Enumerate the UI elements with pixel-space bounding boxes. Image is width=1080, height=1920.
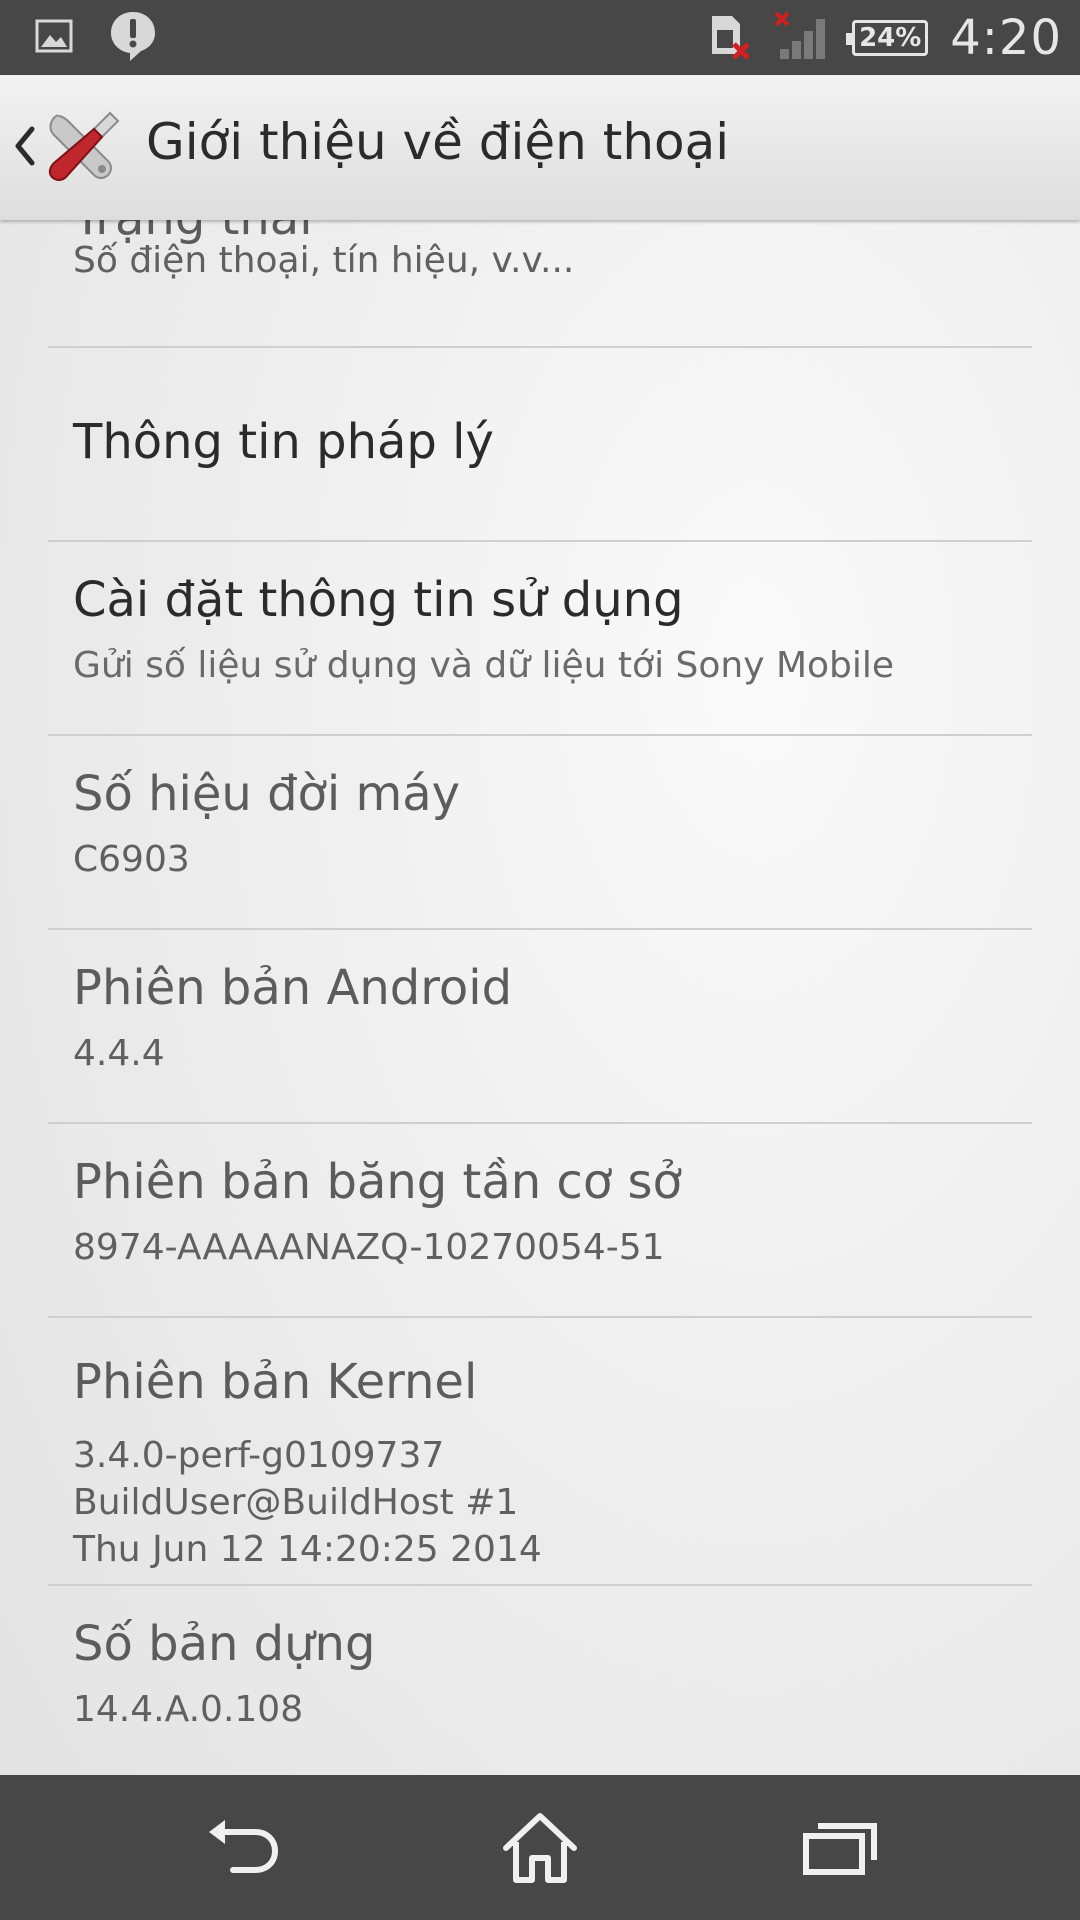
navigation-bar	[0, 1775, 1080, 1920]
list-item-subtitle-line: Thu Jun 12 14:20:25 2014	[73, 1529, 542, 1570]
list-item-title: Số bản dựng	[73, 1616, 376, 1672]
back-icon[interactable]	[188, 1803, 298, 1893]
list-item-subtitle-line: 3.4.0-perf-g0109737	[73, 1435, 445, 1476]
list-item-legal-info[interactable]: Thông tin pháp lý	[48, 348, 1032, 540]
list-item-subtitle: Gửi số liệu sử dụng và dữ liệu tới Sony …	[73, 645, 895, 686]
list-item-title: Thông tin pháp lý	[73, 414, 494, 470]
list-item-subtitle: 4.4.4	[73, 1033, 165, 1074]
page-title: Giới thiệu về điện thoại	[146, 113, 730, 171]
list-item-status[interactable]: Trạng thái Số điện thoại, tín hiệu, v.v.…	[48, 220, 1032, 300]
list-item-subtitle: 8974-AAAAANAZQ-10270054-51	[73, 1227, 665, 1268]
list-item-subtitle-line: BuildUser@BuildHost #1	[73, 1482, 519, 1523]
battery-icon: 24%	[846, 19, 929, 56]
back-chevron-icon[interactable]	[10, 121, 40, 171]
list-item-usage-info-settings[interactable]: Cài đặt thông tin sử dụng Gửi số liệu sử…	[48, 542, 1032, 734]
status-bar: 24% 4:20	[0, 0, 1080, 75]
battery-level: 24%	[859, 22, 922, 53]
settings-tools-icon[interactable]	[44, 107, 124, 187]
list-item-subtitle: 14.4.A.0.108	[73, 1689, 304, 1730]
list-item-title: Số hiệu đời máy	[73, 766, 461, 822]
clock: 4:20	[950, 9, 1062, 66]
recents-icon[interactable]	[785, 1803, 895, 1893]
image-icon	[34, 16, 74, 60]
alert-icon	[108, 10, 158, 66]
settings-list: Trạng thái Số điện thoại, tín hiệu, v.v.…	[0, 220, 1080, 1775]
list-item-build-number[interactable]: Số bản dựng 14.4.A.0.108	[48, 1586, 1032, 1775]
list-item-baseband-version: Phiên bản băng tần cơ sở 8974-AAAAANAZQ-…	[48, 1124, 1032, 1316]
list-item-title: Phiên bản Android	[73, 960, 513, 1016]
list-item-subtitle: C6903	[73, 839, 190, 880]
list-item-subtitle: Số điện thoại, tín hiệu, v.v...	[73, 240, 575, 281]
list-item-title: Cài đặt thông tin sử dụng	[73, 572, 684, 628]
list-item-kernel-version: Phiên bản Kernel 3.4.0-perf-g0109737 Bui…	[48, 1318, 1032, 1584]
action-bar: Giới thiệu về điện thoại	[0, 75, 1080, 220]
list-item-title: Phiên bản băng tần cơ sở	[73, 1154, 682, 1210]
sim-error-icon	[708, 12, 752, 64]
list-item-android-version[interactable]: Phiên bản Android 4.4.4	[48, 930, 1032, 1122]
no-signal-icon	[774, 11, 830, 65]
list-item-model-number: Số hiệu đời máy C6903	[48, 736, 1032, 928]
home-icon[interactable]	[485, 1803, 595, 1893]
list-item-title: Phiên bản Kernel	[73, 1354, 478, 1410]
